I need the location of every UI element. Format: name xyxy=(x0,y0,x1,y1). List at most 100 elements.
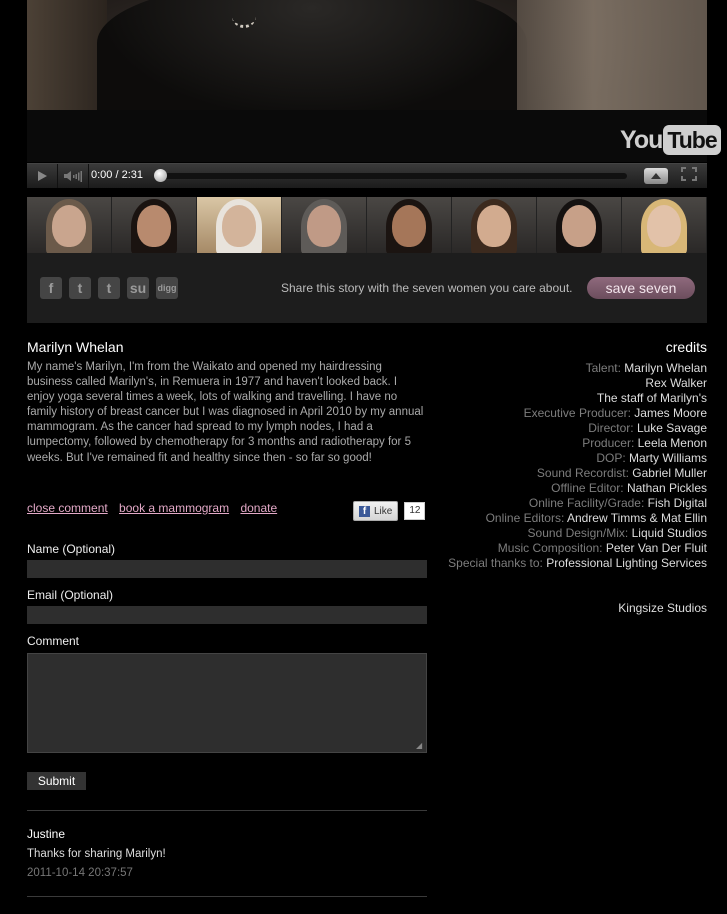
credit-name: The staff of Marilyn's xyxy=(596,391,707,405)
like-label: Like xyxy=(374,505,393,517)
video-frame[interactable] xyxy=(27,0,707,110)
credit-row: Sound Recordist: Gabriel Muller xyxy=(447,466,707,481)
volume-button[interactable] xyxy=(58,164,89,188)
thumbnail-face xyxy=(562,205,596,247)
story-thumbnail[interactable] xyxy=(282,197,367,253)
divider xyxy=(27,896,427,897)
story-bio: My name's Marilyn, I'm from the Waikato … xyxy=(27,361,424,464)
email-input[interactable] xyxy=(27,606,427,624)
youtube-logo-tube: Tube xyxy=(663,125,721,155)
youtube-logo[interactable]: You Tube xyxy=(620,124,721,156)
credit-row: Executive Producer: James Moore xyxy=(447,406,707,421)
seek-bar[interactable] xyxy=(154,169,627,182)
credit-row: Director: Luke Savage xyxy=(447,421,707,436)
credit-role: Offline Editor: xyxy=(551,481,627,495)
credits-title: credits xyxy=(665,339,707,355)
credit-role: Talent: xyxy=(585,361,625,375)
share-text: Share this story with the seven women yo… xyxy=(281,281,573,295)
email-label: Email (Optional) xyxy=(27,588,114,602)
story-thumbnail[interactable] xyxy=(622,197,707,253)
credit-row: Rex Walker xyxy=(447,376,707,391)
credit-name: Luke Savage xyxy=(636,421,707,435)
comment-date: 2011-10-14 20:37:57 xyxy=(27,867,133,879)
story-thumbnail[interactable] xyxy=(537,197,622,253)
credit-name: Marilyn Whelan xyxy=(624,361,707,375)
credit-row: Online Facility/Grade: Fish Digital xyxy=(447,496,707,511)
quality-icon xyxy=(651,173,661,179)
comment-author: Justine xyxy=(27,827,66,841)
close-comment-link[interactable]: close comment xyxy=(27,501,108,515)
story-thumbnail[interactable] xyxy=(112,197,197,253)
thumbnail-face xyxy=(307,205,341,247)
player-controls: 0:00 / 2:31 xyxy=(27,163,707,188)
necklace xyxy=(232,5,256,28)
video-subject xyxy=(97,0,527,110)
facebook-like-widget: f Like 12 xyxy=(353,501,426,521)
video-letterbox xyxy=(27,110,707,162)
facebook-like-button[interactable]: f Like xyxy=(353,501,399,521)
quality-button[interactable] xyxy=(644,168,668,184)
credit-name: Fish Digital xyxy=(647,496,707,510)
name-label: Name (Optional) xyxy=(27,542,116,556)
fullscreen-button[interactable] xyxy=(677,167,701,185)
story-name: Marilyn Whelan xyxy=(27,339,124,355)
credit-row: Music Composition: Peter Van Der Fluit xyxy=(447,541,707,556)
divider xyxy=(27,810,427,811)
credit-name: Liquid Studios xyxy=(631,526,707,540)
credit-row: Talent: Marilyn Whelan xyxy=(447,361,707,376)
credit-name: Marty Williams xyxy=(629,451,707,465)
credit-name: James Moore xyxy=(634,406,707,420)
submit-button[interactable]: Submit xyxy=(27,772,86,790)
credits-studio: Kingsize Studios xyxy=(618,601,707,615)
play-icon xyxy=(38,171,47,181)
credit-name: Rex Walker xyxy=(645,376,707,390)
tumblr-icon[interactable]: t xyxy=(98,277,120,299)
comment-label: Comment xyxy=(27,634,80,648)
thumbnail-face xyxy=(392,205,426,247)
story-thumbnail[interactable] xyxy=(367,197,452,253)
credit-row: Offline Editor: Nathan Pickles xyxy=(447,481,707,496)
story-thumbnails xyxy=(27,197,707,253)
story-thumbnail[interactable] xyxy=(197,197,282,253)
credit-row: DOP: Marty Williams xyxy=(447,451,707,466)
facebook-icon[interactable]: f xyxy=(40,277,62,299)
youtube-logo-you: You xyxy=(620,126,663,154)
digg-icon[interactable]: digg xyxy=(156,277,178,299)
seek-handle[interactable] xyxy=(154,169,167,182)
thumbnail-face xyxy=(222,205,256,247)
credit-row: Online Editors: Andrew Timms & Mat Ellin xyxy=(447,511,707,526)
credit-role: Online Editors: xyxy=(485,511,567,525)
credit-name: Andrew Timms & Mat Ellin xyxy=(566,511,707,525)
name-input[interactable] xyxy=(27,560,427,578)
credit-role: Sound Design/Mix: xyxy=(527,526,632,540)
fullscreen-icon xyxy=(681,167,697,181)
credit-name: Peter Van Der Fluit xyxy=(605,541,707,555)
credit-name: Nathan Pickles xyxy=(626,481,707,495)
play-button[interactable] xyxy=(27,164,58,188)
resize-grip-icon[interactable]: ◢ xyxy=(416,742,424,750)
donate-link[interactable]: donate xyxy=(240,501,277,515)
story-links: close comment book a mammogram donate xyxy=(27,501,285,515)
credit-name: Gabriel Muller xyxy=(632,466,707,480)
credit-role: Producer: xyxy=(582,436,638,450)
book-mammogram-link[interactable]: book a mammogram xyxy=(119,501,229,515)
stumbleupon-icon[interactable]: su xyxy=(127,277,149,299)
credit-row: The staff of Marilyn's xyxy=(447,391,707,406)
share-bar: f t t su digg Share this story with the seve… xyxy=(27,253,707,323)
credit-role: Sound Recordist: xyxy=(536,466,633,480)
credit-row: Special thanks to: Professional Lighting… xyxy=(447,556,707,571)
comment-textarea[interactable]: ◢ xyxy=(27,653,427,753)
video-background-chair xyxy=(517,0,707,110)
volume-icon xyxy=(64,171,82,182)
twitter-icon[interactable]: t xyxy=(69,277,91,299)
credit-role: Executive Producer: xyxy=(523,406,635,420)
thumbnail-face xyxy=(647,205,681,247)
credit-role: DOP: xyxy=(596,451,629,465)
save-seven-button[interactable]: save seven xyxy=(587,277,695,299)
story-thumbnail[interactable] xyxy=(452,197,537,253)
story-thumbnail[interactable] xyxy=(27,197,112,253)
credit-role: Director: xyxy=(588,421,637,435)
comment-text: Thanks for sharing Marilyn! xyxy=(27,848,166,860)
thumbnail-face xyxy=(52,205,86,247)
like-count: 12 xyxy=(404,502,426,520)
